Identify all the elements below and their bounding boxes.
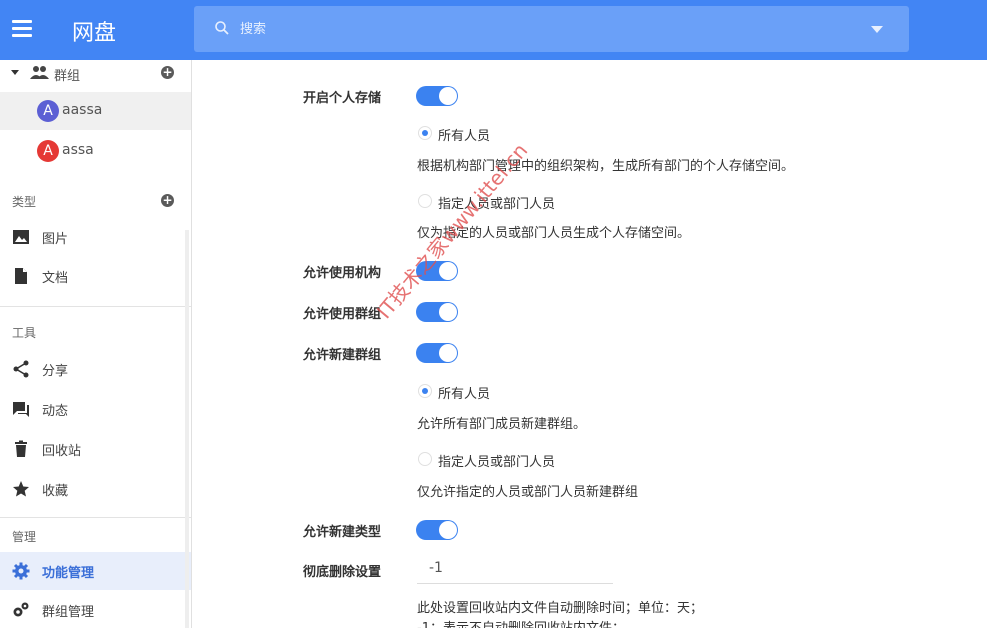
personal-storage-toggle[interactable] xyxy=(416,86,458,106)
description-text: 根据机构部门管理中的组织架构，生成所有部门的个人存储空间。 xyxy=(417,159,795,174)
sidebar-item-feature-management[interactable]: 功能管理 xyxy=(0,552,191,590)
sidebar-item-label: 收藏 xyxy=(42,484,69,499)
sidebar-item-activity[interactable]: 动态 xyxy=(0,390,191,428)
radio-label: 指定人员或部门人员 xyxy=(438,455,556,470)
allow-new-group-label: 允许新建群组 xyxy=(303,348,382,363)
document-icon xyxy=(15,268,27,284)
search-input[interactable] xyxy=(240,18,840,40)
search-box[interactable] xyxy=(194,6,909,52)
sidebar-item-label: 群组管理 xyxy=(42,605,95,620)
top-bar: 网盘 xyxy=(0,0,987,60)
group-section-header[interactable]: 群组 + xyxy=(0,60,191,86)
share-icon xyxy=(13,360,29,378)
sidebar-item-trash[interactable]: 回收站 xyxy=(0,430,191,468)
group-section-label: 群组 xyxy=(54,69,81,84)
sidebar-item-favorites[interactable]: 收藏 xyxy=(0,470,191,508)
activity-icon xyxy=(13,402,29,417)
avatar: A xyxy=(37,140,59,162)
description-text: -1：表示不自动删除回收站内文件； xyxy=(417,617,625,628)
sidebar-item-label: 动态 xyxy=(42,404,69,419)
personal-storage-label: 开启个人存储 xyxy=(303,91,382,106)
settings-panel: 开启个人存储 所有人员 根据机构部门管理中的组织架构，生成所有部门的个人存储空间… xyxy=(192,60,987,628)
group-name: assa xyxy=(62,142,94,158)
purge-days-input[interactable] xyxy=(417,552,613,584)
group-item[interactable]: A assa xyxy=(0,132,191,170)
image-icon xyxy=(13,230,29,244)
types-section-label: 类型 xyxy=(12,195,37,209)
collapse-icon[interactable] xyxy=(11,70,19,75)
add-group-icon[interactable]: + xyxy=(161,66,174,79)
manage-section-label: 管理 xyxy=(12,530,37,544)
radio-label: 指定人员或部门人员 xyxy=(438,197,556,212)
sidebar-item-group-management[interactable]: 群组管理 xyxy=(0,591,191,628)
personal-storage-specific-radio[interactable] xyxy=(418,194,432,208)
app-title: 网盘 xyxy=(72,21,117,46)
sidebar-item-share[interactable]: 分享 xyxy=(0,350,191,388)
group-settings-icon xyxy=(13,602,29,617)
group-item[interactable]: A aassa xyxy=(0,92,191,130)
allow-new-group-toggle[interactable] xyxy=(416,343,458,363)
divider xyxy=(0,517,191,518)
sidebar: 群组 + A aassa A assa 类型 + 图片 文档 工具 分享 动态 … xyxy=(0,60,192,628)
description-text: 仅允许指定的人员或部门人员新建群组 xyxy=(417,485,639,500)
description-text: 此处设置回收站内文件自动删除时间；单位：天； xyxy=(417,601,704,616)
purge-setting-label: 彻底删除设置 xyxy=(303,565,382,580)
allow-group-toggle[interactable] xyxy=(416,302,458,322)
sidebar-item-label: 回收站 xyxy=(42,444,82,459)
allow-org-toggle[interactable] xyxy=(416,261,458,281)
sidebar-scrollbar[interactable] xyxy=(185,230,189,628)
add-type-icon[interactable]: + xyxy=(161,194,174,207)
gear-icon xyxy=(12,562,30,580)
group-name: aassa xyxy=(62,102,103,118)
radio-label: 所有人员 xyxy=(438,129,491,144)
search-icon xyxy=(215,21,229,35)
tools-section-label: 工具 xyxy=(12,326,37,340)
allow-group-label: 允许使用群组 xyxy=(303,307,382,322)
star-icon xyxy=(13,481,29,497)
allow-org-label: 允许使用机构 xyxy=(303,266,382,281)
new-group-specific-radio[interactable] xyxy=(418,452,432,466)
trash-icon xyxy=(15,440,27,457)
personal-storage-all-radio[interactable] xyxy=(418,126,432,140)
avatar: A xyxy=(37,100,59,122)
search-dropdown-icon[interactable] xyxy=(871,26,883,33)
sidebar-item-label: 文档 xyxy=(42,271,69,286)
allow-new-type-label: 允许新建类型 xyxy=(303,525,382,540)
divider xyxy=(0,306,191,307)
people-icon xyxy=(30,66,49,79)
description-text: 允许所有部门成员新建群组。 xyxy=(417,417,587,432)
sidebar-item-label: 功能管理 xyxy=(42,566,95,581)
sidebar-item-documents[interactable]: 文档 xyxy=(0,257,191,295)
new-group-all-radio[interactable] xyxy=(418,384,432,398)
description-text: 仅为指定的人员或部门人员生成个人存储空间。 xyxy=(417,226,691,241)
hamburger-menu-icon[interactable] xyxy=(12,20,32,40)
radio-label: 所有人员 xyxy=(438,387,491,402)
sidebar-item-label: 图片 xyxy=(42,232,69,247)
sidebar-item-images[interactable]: 图片 xyxy=(0,218,191,256)
sidebar-item-label: 分享 xyxy=(42,364,69,379)
allow-new-type-toggle[interactable] xyxy=(416,520,458,540)
